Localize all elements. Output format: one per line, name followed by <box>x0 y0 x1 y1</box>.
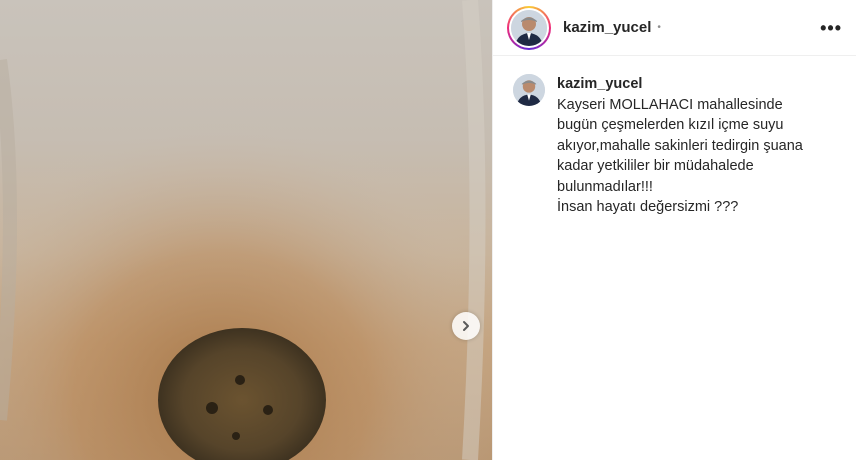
caption-avatar[interactable] <box>513 74 545 106</box>
person-avatar-icon <box>513 74 545 106</box>
separator-dot: • <box>657 22 661 33</box>
chevron-right-icon <box>463 321 469 331</box>
post-side-panel: kazim_yucel • ••• kazim_yucel Kayseri MO… <box>492 0 856 460</box>
next-media-button[interactable] <box>452 312 480 340</box>
more-options-icon[interactable]: ••• <box>820 19 842 37</box>
rusty-sink-photo <box>0 0 492 460</box>
caption-text: Kayseri MOLLAHACI mahallesinde bugün çeş… <box>557 96 803 216</box>
story-ring[interactable] <box>507 5 551 50</box>
post-media[interactable] <box>0 0 492 460</box>
caption-username[interactable]: kazim_yucel <box>557 74 803 95</box>
person-avatar-icon <box>511 9 547 46</box>
post-header: kazim_yucel • ••• <box>493 0 856 56</box>
header-username[interactable]: kazim_yucel <box>563 19 651 36</box>
caption-body: kazim_yucel Kayseri MOLLAHACI mahallesin… <box>557 74 803 218</box>
post-caption: kazim_yucel Kayseri MOLLAHACI mahallesin… <box>513 74 843 218</box>
profile-avatar[interactable] <box>511 9 547 46</box>
